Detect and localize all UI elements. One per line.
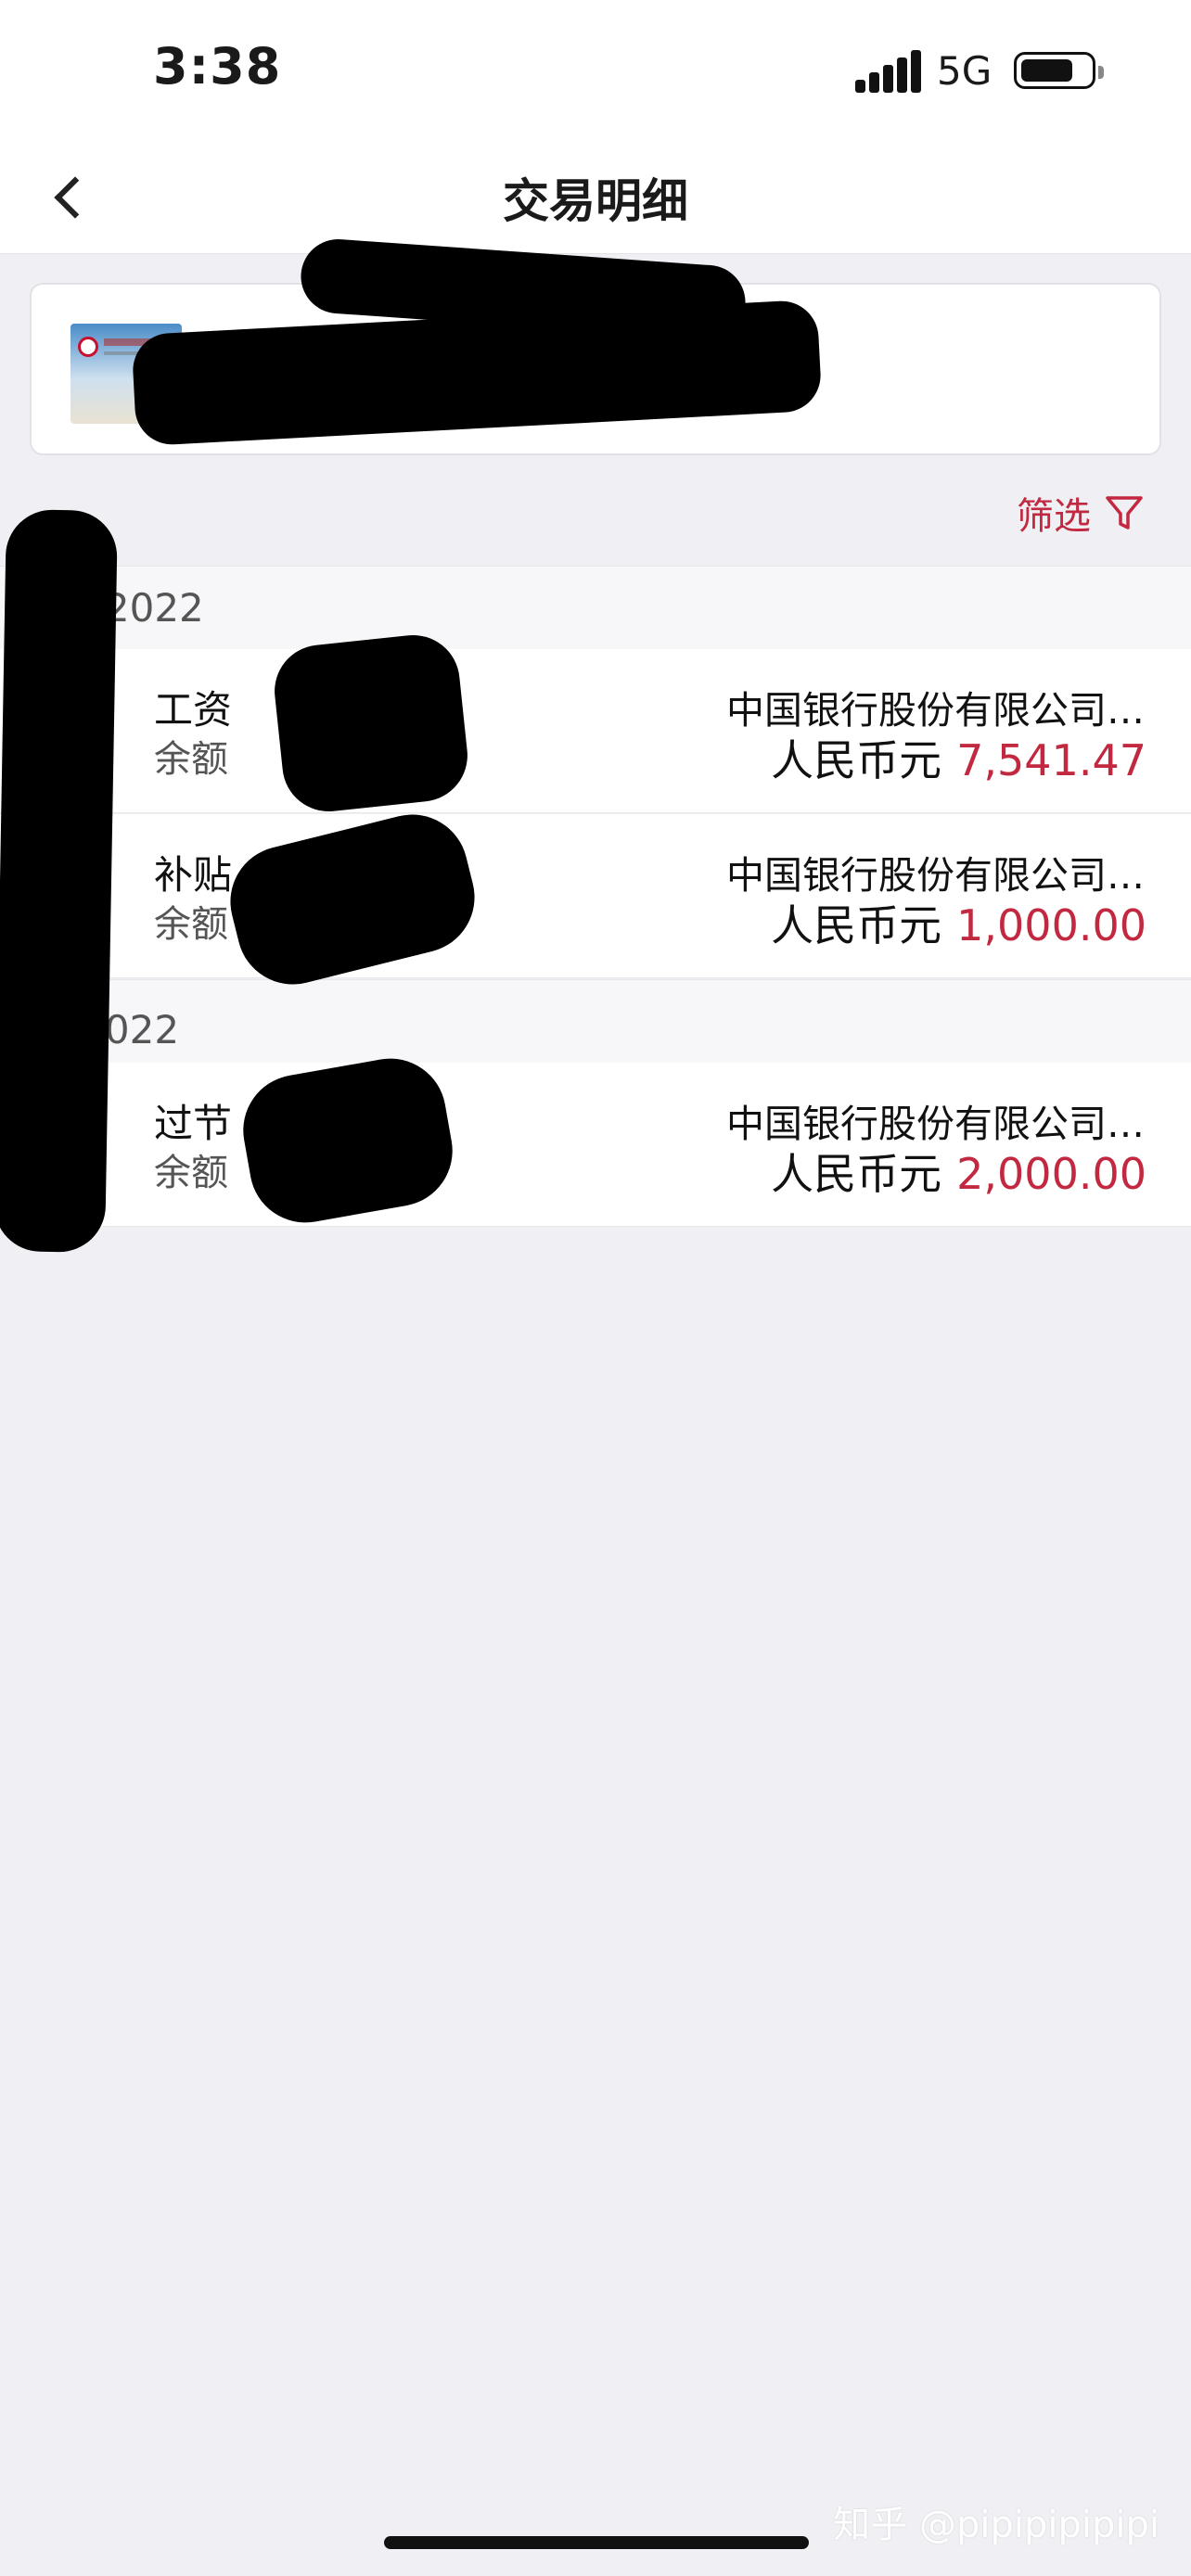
date-group-header: 0…/2022 — [0, 566, 1191, 651]
transaction-description: 过节 — [154, 1101, 233, 1146]
transaction-row[interactable]: 过节 余额 中国银行股份有限公司… 人民币元 2,000.00 — [0, 1063, 1191, 1227]
funnel-icon — [1106, 496, 1143, 529]
bank-logo-icon — [78, 337, 98, 357]
currency-label: 人民币元 — [771, 735, 942, 785]
balance-label: 余额 — [154, 738, 228, 781]
filter-row: 筛选 — [0, 464, 1191, 566]
transaction-amount: 人民币元 2,000.00 — [771, 1141, 1146, 1202]
transaction-amount: 人民币元 7,541.47 — [771, 727, 1146, 788]
date-group-header: 月/2022 — [0, 979, 1191, 1065]
network-type: 5G — [937, 48, 992, 94]
redaction-mark — [0, 509, 118, 1253]
transaction-description: 工资 — [154, 687, 233, 733]
transaction-amount: 人民币元 1,000.00 — [771, 892, 1146, 953]
filter-button[interactable]: 筛选 — [1017, 486, 1145, 540]
transaction-row[interactable]: 补贴 余额 中国银行股份有限公司… 人民币元 1,000.00 — [0, 814, 1191, 978]
status-bar: 3:38 5G — [0, 0, 1191, 144]
transaction-description: 补贴 — [154, 852, 233, 898]
redaction-mark — [270, 631, 472, 816]
home-indicator[interactable] — [384, 2536, 809, 2549]
battery-icon — [1014, 52, 1104, 89]
nav-bar: 交易明细 — [0, 144, 1191, 254]
currency-label: 人民币元 — [771, 1149, 942, 1199]
filter-label: 筛选 — [1017, 495, 1091, 538]
transaction-row[interactable]: 工资 余额 中国银行股份有限公司… 人民币元 7,541.47 — [0, 649, 1191, 813]
page-title: 交易明细 — [503, 174, 688, 228]
watermark: 知乎 @pipipipipipi — [833, 2504, 1159, 2546]
account-card[interactable] — [30, 236, 1161, 455]
payer-name: 中国银行股份有限公司… — [726, 1102, 1145, 1146]
signal-bars-icon — [855, 48, 921, 93]
payer-name: 中国银行股份有限公司… — [726, 688, 1145, 733]
payer-name: 中国银行股份有限公司… — [726, 853, 1145, 898]
currency-label: 人民币元 — [771, 900, 942, 950]
amount-value: 1,000.00 — [956, 900, 1146, 950]
amount-value: 2,000.00 — [956, 1149, 1146, 1199]
balance-label: 余额 — [154, 903, 228, 946]
balance-label: 余额 — [154, 1152, 228, 1194]
status-time: 3:38 — [153, 37, 282, 96]
amount-value: 7,541.47 — [956, 735, 1146, 785]
